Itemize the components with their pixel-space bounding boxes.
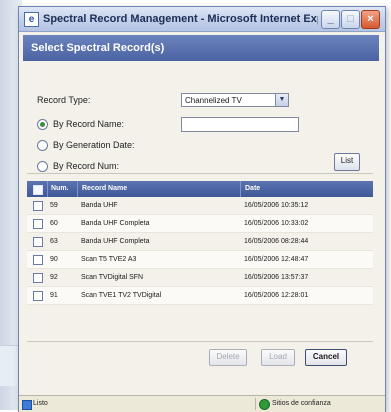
row-checkbox[interactable] [33,273,43,283]
row-checkbox[interactable] [33,291,43,301]
divider [27,173,373,174]
table-row[interactable]: 90 Scan T5 TVE2 A3 16/05/2006 12:48:47 [27,251,373,269]
row-date: 16/05/2006 12:48:47 [244,256,309,263]
header-record-name[interactable]: Record Name [77,181,240,197]
row-date: 16/05/2006 10:33:02 [244,220,309,227]
row-date: 16/05/2006 08:28:44 [244,238,309,245]
close-button[interactable]: × [361,10,380,29]
window-title: Spectral Record Management - Microsoft I… [43,13,318,25]
header-num[interactable]: Num. [47,181,77,197]
row-checkbox[interactable] [33,237,43,247]
row-record-name: Scan T5 TVE2 A3 [81,256,137,263]
page-status-icon [22,400,32,410]
status-bar: Listo Sitios de confianza [19,395,385,412]
select-all-checkbox[interactable] [33,185,43,195]
table-row[interactable]: 59 Banda UHF 16/05/2006 10:35:12 [27,197,373,215]
row-num: 59 [50,202,58,209]
table-row[interactable]: 91 Scan TVE1 TV2 TVDigital 16/05/2006 12… [27,287,373,305]
row-record-name: Banda UHF [81,202,118,209]
delete-button[interactable]: Delete [209,349,247,366]
select-all-cell [27,181,47,197]
row-date: 16/05/2006 13:57:37 [244,274,309,281]
row-num: 91 [50,292,58,299]
row-record-name: Banda UHF Completa [81,220,150,227]
row-num: 92 [50,274,58,281]
row-num: 90 [50,256,58,263]
by-record-name-label: By Record Name: [53,119,125,129]
by-generation-date-label: By Generation Date: [53,140,135,150]
row-checkbox[interactable] [33,201,43,211]
row-date: 16/05/2006 10:35:12 [244,202,309,209]
radio-by-record-num[interactable] [37,161,48,172]
table-body: 59 Banda UHF 16/05/2006 10:35:12 60 Band… [27,197,373,305]
table-header: Num. Record Name Date [27,181,373,197]
record-type-value: Channelized TV [185,96,242,105]
load-button[interactable]: Load [261,349,295,366]
divider [27,341,373,342]
row-num: 60 [50,220,58,227]
minimize-button[interactable]: _ [321,10,340,29]
maximize-button[interactable]: □ [341,10,360,29]
by-record-num-label: By Record Num: [53,161,120,171]
table-row[interactable]: 60 Banda UHF Completa 16/05/2006 10:33:0… [27,215,373,233]
status-separator [255,398,256,410]
radio-by-record-name[interactable] [37,119,48,130]
radio-by-generation-date[interactable] [37,140,48,151]
records-table: Num. Record Name Date 59 Banda UHF 16/05… [27,181,373,305]
table-row[interactable]: 63 Banda UHF Completa 16/05/2006 08:28:4… [27,233,373,251]
row-checkbox[interactable] [33,219,43,229]
ie-page-icon: e [24,11,39,27]
record-type-select[interactable]: Channelized TV ▼ [181,93,289,107]
dialog-header: Select Spectral Record(s) [23,35,379,61]
row-num: 63 [50,238,58,245]
row-record-name: Banda UHF Completa [81,238,150,245]
title-bar[interactable]: e Spectral Record Management - Microsoft… [19,7,385,32]
table-row[interactable]: 92 Scan TVDigital SFN 16/05/2006 13:57:3… [27,269,373,287]
trusted-zone-icon [259,399,270,410]
list-button[interactable]: List [334,153,360,171]
cancel-button[interactable]: Cancel [305,349,347,366]
popup-window: e Spectral Record Management - Microsoft… [18,6,386,412]
row-checkbox[interactable] [33,255,43,265]
chevron-down-icon[interactable]: ▼ [275,94,288,106]
record-name-input[interactable] [181,117,299,132]
record-type-label: Record Type: [37,95,91,105]
row-date: 16/05/2006 12:28:01 [244,292,309,299]
row-record-name: Scan TVE1 TV2 TVDigital [81,292,162,299]
search-form: Record Type: Channelized TV ▼ By Record … [19,67,385,177]
header-date[interactable]: Date [240,181,373,197]
row-record-name: Scan TVDigital SFN [81,274,144,281]
